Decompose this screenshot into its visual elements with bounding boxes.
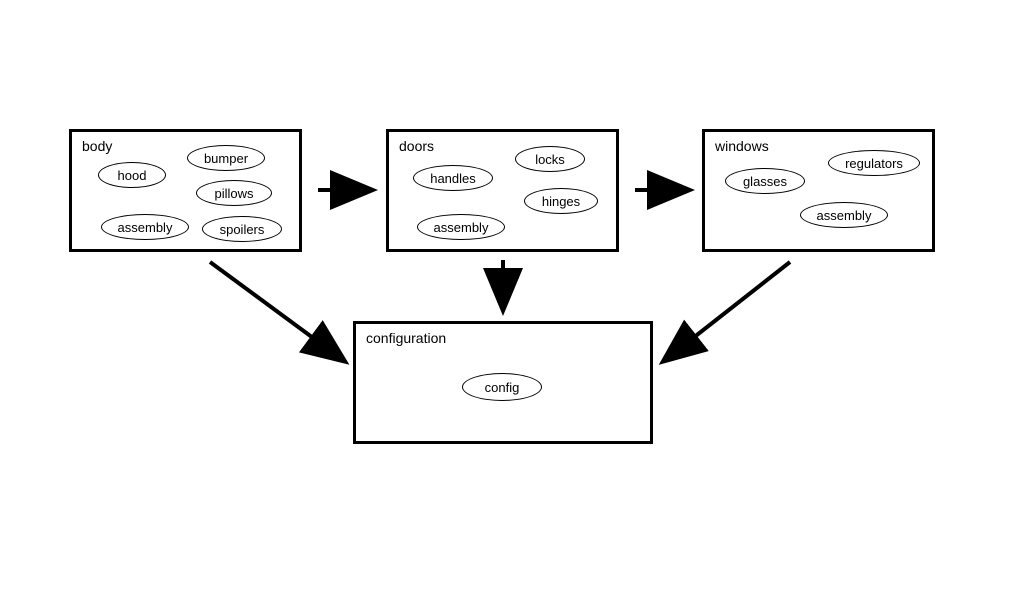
- node-windows-regulators: regulators: [828, 150, 920, 176]
- node-body-hood: hood: [98, 162, 166, 188]
- node-doors-assembly: assembly: [417, 214, 505, 240]
- node-body-spoilers: spoilers: [202, 216, 282, 242]
- box-configuration-title: configuration: [366, 330, 446, 346]
- box-windows-title: windows: [715, 138, 769, 154]
- inner-connectors: [0, 0, 1024, 593]
- node-windows-assembly: assembly: [800, 202, 888, 228]
- arrow-connectors: [0, 0, 1024, 593]
- node-doors-handles: handles: [413, 165, 493, 191]
- node-windows-glasses: glasses: [725, 168, 805, 194]
- node-body-assembly: assembly: [101, 214, 189, 240]
- box-body-title: body: [82, 138, 112, 154]
- node-doors-locks: locks: [515, 146, 585, 172]
- node-body-bumper: bumper: [187, 145, 265, 171]
- node-body-pillows: pillows: [196, 180, 272, 206]
- box-doors-title: doors: [399, 138, 434, 154]
- node-doors-hinges: hinges: [524, 188, 598, 214]
- node-configuration-config: config: [462, 373, 542, 401]
